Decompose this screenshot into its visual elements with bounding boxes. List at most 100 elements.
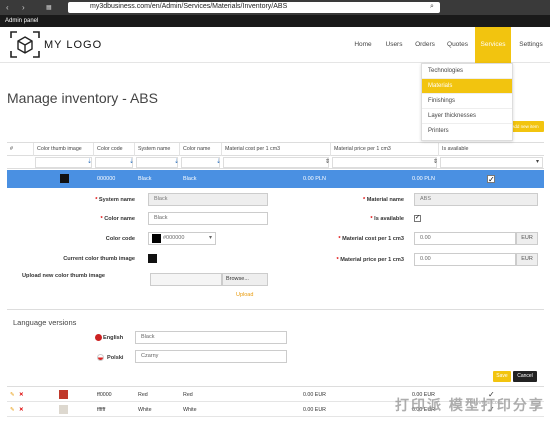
nav-orders[interactable]: Orders — [411, 27, 439, 63]
dropdown-item-printers[interactable]: Printers — [422, 124, 512, 139]
col-header-color-code[interactable]: Color code — [94, 143, 135, 156]
color-swatch — [59, 405, 68, 414]
spinner-icon[interactable]: ⇕ — [325, 158, 330, 165]
color-swatch — [152, 234, 161, 243]
page-title: Manage inventory - ABS — [7, 90, 158, 106]
price-label: * Material price per 1 cm3 — [336, 257, 404, 263]
table-row-selected[interactable]: 000000 Black Black 0.00 PLN 0.00 PLN ✓ — [7, 170, 544, 188]
cancel-button[interactable]: Cancel — [513, 371, 537, 382]
english-name-input[interactable]: Black — [135, 331, 287, 344]
chevron-down-icon[interactable]: ▾ — [536, 158, 539, 165]
price-currency: EUR — [516, 253, 538, 266]
cell-cost: 0.00 EUR — [303, 407, 326, 413]
material-name-label: * Material name — [362, 197, 404, 203]
col-header-cost[interactable]: Material cost per 1 cm3 — [222, 143, 331, 156]
filter-thumb[interactable] — [35, 157, 92, 168]
col-header-price[interactable]: Material price per 1 cm3 — [331, 143, 439, 156]
divider — [7, 309, 544, 310]
address-bar[interactable]: my3dbusiness.com/en/Admin/Services/Mater… — [68, 2, 440, 13]
filter-icon[interactable]: ⇣ — [216, 158, 221, 165]
current-thumb-image — [148, 254, 157, 263]
cell-color-code: 000000 — [97, 176, 116, 182]
save-button[interactable]: Save — [493, 371, 511, 382]
col-header-number[interactable]: # — [7, 143, 34, 156]
url-text: my3dbusiness.com/en/Admin/Services/Mater… — [90, 3, 288, 10]
col-header-thumb[interactable]: Color thumb image — [34, 143, 94, 156]
color-code-value: #000000 — [163, 235, 185, 241]
nav-services[interactable]: Services — [475, 27, 511, 63]
filter-system-name[interactable] — [136, 157, 178, 168]
col-header-available[interactable]: Is available — [439, 143, 544, 156]
color-code-picker[interactable]: #000000 ▾ — [148, 232, 216, 245]
delete-icon[interactable]: ✕ — [19, 388, 23, 402]
services-dropdown: Technologies Materials Finishings Layer … — [421, 63, 513, 141]
language-versions-title: Language versions — [13, 318, 77, 327]
cell-color-name: Red — [183, 392, 193, 398]
search-icon[interactable]: ⌕ — [430, 3, 434, 11]
browser-toolbar: ‹ › ▦ my3dbusiness.com/en/Admin/Services… — [0, 0, 550, 15]
spinner-icon[interactable]: ⇕ — [433, 158, 438, 165]
col-header-system-name[interactable]: System name — [135, 143, 180, 156]
cell-color-name: Black — [183, 176, 197, 182]
system-name-input[interactable]: Black — [148, 193, 268, 206]
filter-color-code[interactable] — [95, 157, 133, 168]
nav-home[interactable]: Home — [349, 27, 377, 63]
upload-label: Upload new color thumb image — [22, 273, 105, 279]
cost-input[interactable]: 0.00 — [414, 232, 516, 245]
filter-price[interactable] — [332, 157, 437, 168]
dropdown-item-layer-thicknesses[interactable]: Layer thicknesses — [422, 109, 512, 124]
filter-color-name[interactable] — [181, 157, 220, 168]
forward-icon[interactable]: › — [22, 3, 25, 12]
dropdown-item-materials[interactable]: Materials — [422, 79, 512, 94]
logo-text: MY LOGO — [44, 39, 103, 51]
current-thumb-label: Current color thumb image — [63, 256, 135, 262]
color-name-input[interactable]: Black — [148, 212, 268, 225]
language-polski-label: Polski — [107, 355, 124, 361]
edit-icon[interactable]: ✎ — [10, 388, 14, 402]
nav-users[interactable]: Users — [380, 27, 408, 63]
watermark-text: dayinpai.com — [470, 400, 503, 406]
cell-cost: 0.00 EUR — [303, 392, 326, 398]
col-header-color-name[interactable]: Color name — [180, 143, 222, 156]
filter-icon[interactable]: ⇣ — [174, 158, 179, 165]
dropdown-item-technologies[interactable]: Technologies — [422, 64, 512, 79]
color-code-label: Color code — [105, 236, 135, 242]
browse-button[interactable]: Browse... — [222, 273, 268, 286]
filter-row: ⇣ ⇣ ⇣ ⇣ ⇕ ⇕ ▾ — [7, 156, 544, 169]
site-header: MY LOGO Home Users Orders Quotes Service… — [0, 27, 550, 63]
filter-icon[interactable]: ⇣ — [129, 158, 134, 165]
edit-icon[interactable]: ✎ — [10, 403, 14, 417]
filter-cost[interactable] — [223, 157, 329, 168]
color-name-label: * Color name — [100, 216, 135, 222]
flag-pl-icon — [97, 354, 104, 361]
upload-link[interactable]: Upload — [236, 292, 253, 298]
cell-price: 0.00 PLN — [412, 176, 435, 182]
cell-system-name: Black — [138, 176, 152, 182]
tabs-icon[interactable]: ▦ — [46, 4, 52, 13]
cell-system-name: White — [138, 407, 152, 413]
flag-uk-icon — [95, 334, 102, 341]
admin-bar: Admin panel — [0, 15, 550, 27]
polski-name-input[interactable]: Czarny — [135, 350, 287, 363]
material-name-input[interactable]: ABS — [414, 193, 538, 206]
color-swatch — [60, 174, 69, 183]
dropdown-item-finishings[interactable]: Finishings — [422, 94, 512, 109]
logo-icon — [10, 31, 40, 58]
is-available-checkbox[interactable]: ✓ — [414, 215, 421, 222]
cost-currency: EUR — [516, 232, 538, 245]
divider — [7, 386, 544, 387]
nav-quotes[interactable]: Quotes — [442, 27, 473, 63]
file-path-input[interactable] — [150, 273, 222, 286]
cost-label: * Material cost per 1 cm3 — [338, 236, 404, 242]
filter-icon[interactable]: ⇣ — [87, 158, 92, 165]
filter-available[interactable] — [440, 157, 543, 168]
price-input[interactable]: 0.00 — [414, 253, 516, 266]
cell-color-code: ffffff — [97, 407, 106, 413]
delete-icon[interactable]: ✕ — [19, 403, 23, 417]
color-swatch — [59, 390, 68, 399]
available-checkbox[interactable]: ✓ — [487, 175, 495, 184]
cell-system-name: Red — [138, 392, 148, 398]
nav-settings[interactable]: Settings — [514, 27, 548, 63]
back-icon[interactable]: ‹ — [6, 3, 9, 12]
cell-cost: 0.00 PLN — [303, 176, 326, 182]
